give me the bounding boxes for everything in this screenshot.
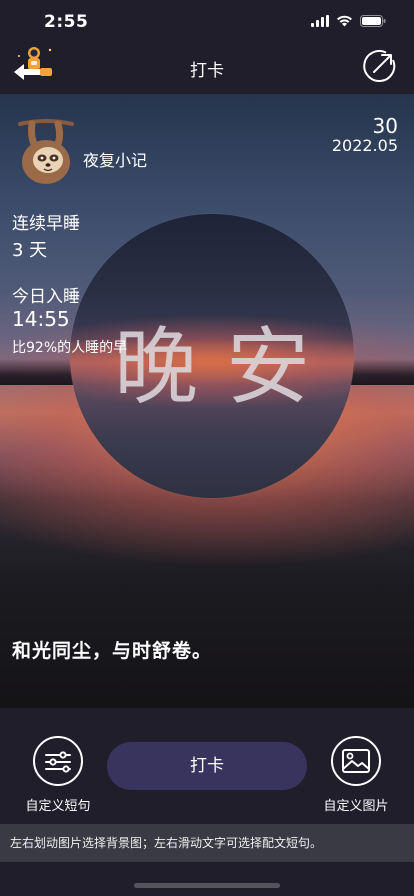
sleep-time: 14:55 <box>12 307 70 331</box>
today-sleep-label: 今日入睡 <box>12 287 80 307</box>
custom-quote-button[interactable]: 自定义短句 <box>18 736 98 814</box>
sloth-avatar-icon <box>18 119 74 184</box>
streak-value: 3 天 <box>12 240 48 261</box>
custom-image-label: 自定义图片 <box>323 799 389 814</box>
status-icons <box>311 15 386 27</box>
battery-icon <box>360 15 386 27</box>
status-time: 2:55 <box>44 12 89 32</box>
home-indicator[interactable] <box>134 883 280 888</box>
cellular-icon <box>311 15 329 27</box>
brand-name: 夜复小记 <box>83 151 148 170</box>
page-title: 打卡 <box>190 61 224 81</box>
hint-bar: 左右划动图片选择背景图；左右滑动文字可选择配文短句。 <box>0 824 414 862</box>
share-arrow-icon <box>363 50 396 82</box>
sliders-icon <box>33 736 83 786</box>
bottom-panel: 自定义短句 打卡 自定义图片 左右划动图片选择背景图；左右滑动文字可选择配文短句… <box>0 708 414 896</box>
sleep-percentile: 比92%的人睡的早 <box>12 340 128 356</box>
checkin-card[interactable]: 晚安 夜复小记 30 2022.05 连续早睡 3 天 今日入睡 14:55 比… <box>0 94 414 708</box>
streak-label: 连续早睡 <box>12 214 80 234</box>
center-text: 晚安 <box>113 318 338 416</box>
wifi-icon <box>337 15 352 27</box>
punch-button[interactable]: 打卡 <box>107 742 307 790</box>
image-icon <box>331 736 381 786</box>
status-bar: 2:55 <box>0 0 414 44</box>
quote-text[interactable]: 和光同尘，与时舒卷。 <box>12 636 212 663</box>
custom-image-button[interactable]: 自定义图片 <box>316 736 396 814</box>
nav-bar: 打卡 <box>0 44 414 94</box>
custom-quote-label: 自定义短句 <box>25 799 91 814</box>
date-month: 2022.05 <box>331 136 398 155</box>
date-day: 30 <box>372 114 398 138</box>
share-button[interactable] <box>362 48 398 84</box>
